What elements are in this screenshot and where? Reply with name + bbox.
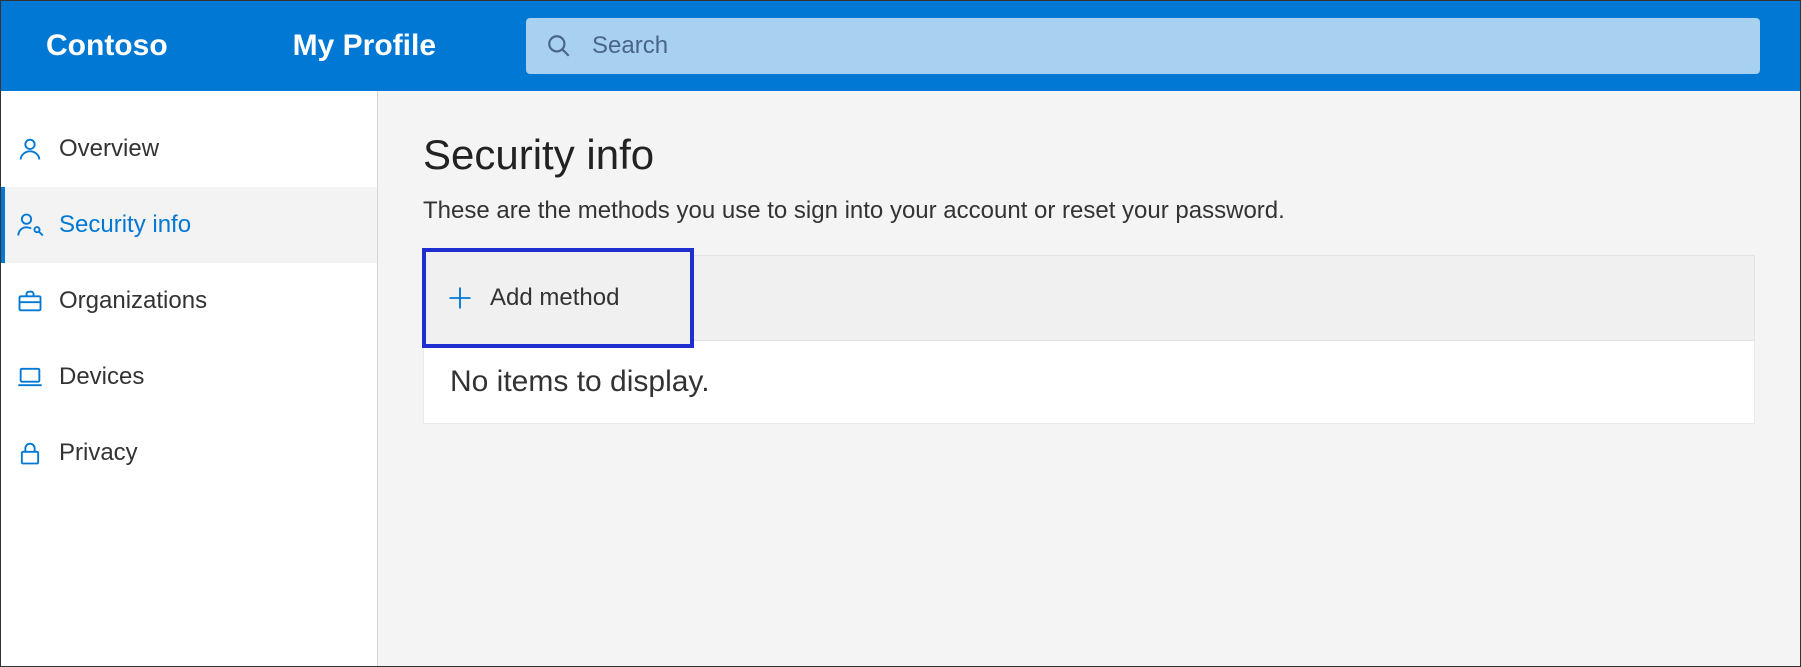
sidebar-item-security-info[interactable]: Security info: [1, 187, 377, 263]
header-section-title: My Profile: [273, 29, 456, 63]
sidebar-item-devices[interactable]: Devices: [1, 339, 377, 415]
search-icon: [546, 33, 572, 59]
person-key-icon: [16, 211, 44, 239]
sidebar-item-organizations[interactable]: Organizations: [1, 263, 377, 339]
sidebar-item-label: Devices: [59, 363, 144, 391]
sidebar-item-label: Security info: [59, 211, 191, 239]
add-method-button[interactable]: Add method: [422, 248, 694, 348]
main-content: Security info These are the methods you …: [378, 91, 1800, 666]
sidebar-item-label: Overview: [59, 135, 159, 163]
header-bar: Contoso My Profile: [1, 1, 1800, 91]
empty-message: No items to display.: [450, 365, 710, 398]
plus-icon: [446, 284, 474, 312]
body-area: Overview Security info Or: [1, 91, 1800, 666]
briefcase-icon: [16, 287, 44, 315]
lock-icon: [16, 439, 44, 467]
methods-list-empty: No items to display.: [423, 341, 1755, 424]
add-method-label: Add method: [490, 284, 619, 312]
methods-toolbar: Add method: [423, 255, 1755, 341]
sidebar-item-overview[interactable]: Overview: [1, 111, 377, 187]
page-description: These are the methods you use to sign in…: [423, 197, 1755, 225]
laptop-icon: [16, 363, 44, 391]
sidebar-item-label: Privacy: [59, 439, 138, 467]
sidebar-item-privacy[interactable]: Privacy: [1, 415, 377, 491]
brand-label: Contoso: [21, 29, 193, 63]
search-box[interactable]: [526, 18, 1760, 74]
sidebar-item-label: Organizations: [59, 287, 207, 315]
search-input[interactable]: [592, 32, 1740, 60]
sidebar: Overview Security info Or: [1, 91, 378, 666]
person-icon: [16, 135, 44, 163]
page-title: Security info: [423, 131, 1755, 179]
